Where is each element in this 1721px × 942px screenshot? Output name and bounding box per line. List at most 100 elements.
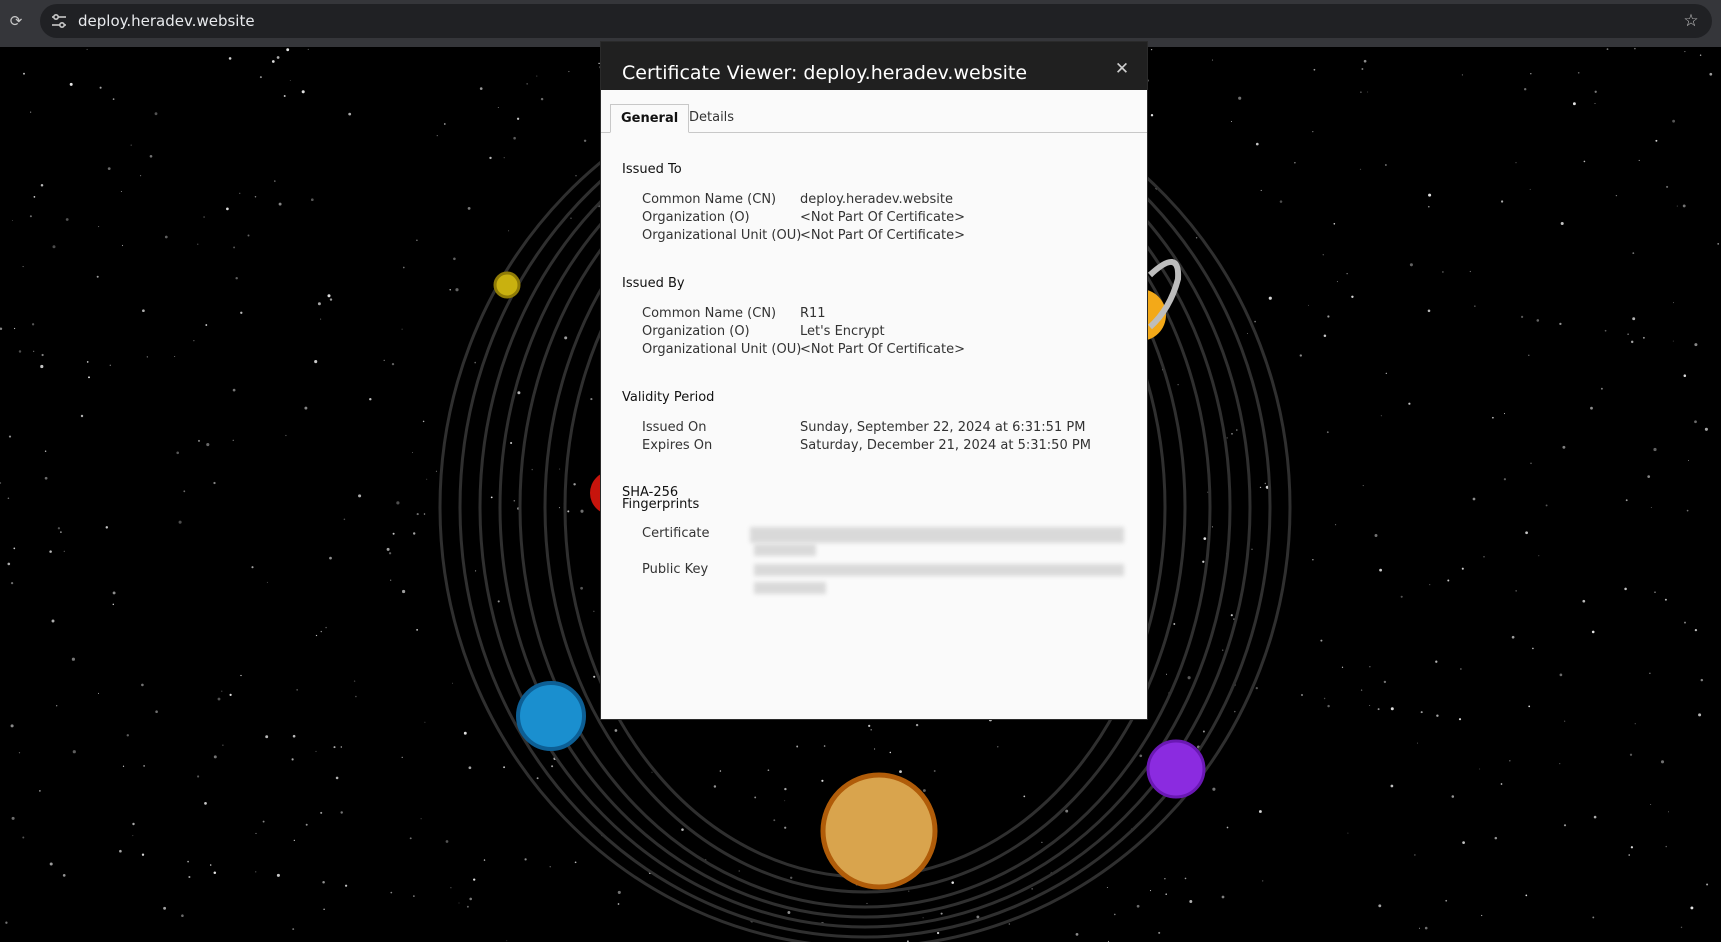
star-dot: [1207, 491, 1209, 493]
star-dot: [513, 136, 516, 140]
star-dot: [1385, 372, 1387, 374]
star-dot: [899, 770, 902, 774]
star-dot: [936, 931, 940, 935]
star-dot: [1139, 754, 1143, 758]
star-dot: [109, 364, 111, 366]
star-dot: [174, 355, 176, 357]
tab-general[interactable]: General: [610, 104, 690, 133]
star-dot: [463, 731, 467, 735]
star-dot: [866, 902, 868, 904]
star-dot: [1377, 708, 1380, 711]
star-dot: [559, 468, 561, 470]
star-dot: [1694, 628, 1698, 632]
star-dot: [413, 895, 415, 897]
star-dot: [1230, 121, 1232, 122]
star-dot: [1264, 482, 1266, 485]
star-dot: [933, 770, 936, 772]
star-dot: [239, 192, 241, 194]
star-dot: [355, 695, 357, 698]
star-dot: [1400, 595, 1403, 598]
star-dot: [1559, 673, 1563, 677]
public-key-fingerprint-redacted: [754, 564, 1124, 576]
star-dot: [353, 680, 356, 682]
star-dot: [497, 107, 499, 109]
tab-details[interactable]: Details: [679, 104, 744, 131]
star-dot: [1231, 433, 1233, 435]
star-dot: [213, 871, 217, 874]
star-dot: [458, 902, 460, 904]
star-dot: [1435, 660, 1438, 663]
url-text[interactable]: deploy.heradev.website: [78, 4, 255, 38]
star-dot: [221, 690, 223, 692]
star-dot: [1230, 614, 1233, 617]
star-dot: [453, 257, 456, 261]
issued-on-value: Sunday, September 22, 2024 at 6:31:51 PM: [800, 420, 1086, 435]
star-icon[interactable]: ☆: [1680, 10, 1702, 32]
star-dot: [7, 562, 11, 566]
star-dot: [1694, 343, 1698, 347]
star-dot: [1563, 824, 1567, 827]
star-dot: [1624, 587, 1627, 591]
star-dot: [1698, 713, 1702, 717]
star-dot: [1184, 877, 1187, 880]
close-icon[interactable]: ✕: [1111, 58, 1133, 80]
star-dot: [1322, 254, 1324, 256]
star-dot: [130, 144, 132, 146]
star-dot: [570, 217, 572, 219]
star-dot: [56, 705, 58, 707]
star-dot: [329, 556, 332, 560]
star-dot: [33, 350, 35, 352]
star-dot: [1447, 579, 1450, 582]
star-dot: [1177, 384, 1179, 386]
star-dot: [1211, 59, 1214, 61]
star-dot: [88, 376, 90, 379]
star-dot: [1500, 783, 1503, 785]
star-dot: [11, 220, 13, 221]
star-dot: [222, 744, 224, 746]
star-dot: [335, 776, 339, 780]
star-dot: [304, 406, 308, 410]
star-dot: [1202, 560, 1205, 563]
star-dot: [62, 874, 66, 877]
star-dot: [390, 891, 393, 894]
star-dot: [132, 822, 135, 826]
reload-icon[interactable]: ⟳: [6, 11, 26, 31]
star-dot: [213, 755, 217, 759]
star-dot: [1336, 281, 1338, 283]
star-dot: [821, 779, 824, 782]
star-dot: [181, 914, 184, 917]
star-dot: [31, 323, 35, 326]
star-dot: [228, 57, 232, 60]
star-dot: [122, 765, 125, 767]
expires-on-label: Expires On: [642, 438, 713, 453]
star-dot: [391, 362, 395, 366]
star-dot: [558, 507, 560, 509]
star-dot: [340, 746, 342, 748]
star-dot: [1642, 336, 1645, 339]
star-dot: [232, 439, 234, 441]
star-dot: [1629, 753, 1633, 756]
tune-icon[interactable]: [50, 12, 68, 30]
star-dot: [868, 724, 871, 728]
star-dot: [1113, 913, 1116, 916]
public-key-fingerprint-redacted-tail: [754, 582, 826, 594]
star-dot: [1650, 803, 1652, 806]
star-dot: [1301, 694, 1303, 696]
star-dot: [178, 520, 182, 524]
star-dot: [49, 862, 53, 866]
star-dot: [1668, 811, 1669, 813]
star-dot: [1165, 893, 1167, 895]
star-dot: [1492, 416, 1494, 419]
star-dot: [874, 748, 876, 750]
star-dot: [57, 527, 61, 530]
star-dot: [1255, 142, 1259, 146]
star-dot: [39, 790, 41, 792]
star-dot: [531, 468, 533, 471]
star-dot: [291, 758, 294, 761]
star-dot: [314, 360, 318, 364]
star-dot: [1259, 486, 1262, 489]
star-dot: [1559, 322, 1562, 326]
star-dot: [483, 859, 486, 861]
star-dot: [1359, 168, 1362, 170]
address-bar[interactable]: deploy.heradev.website ☆: [40, 4, 1712, 38]
